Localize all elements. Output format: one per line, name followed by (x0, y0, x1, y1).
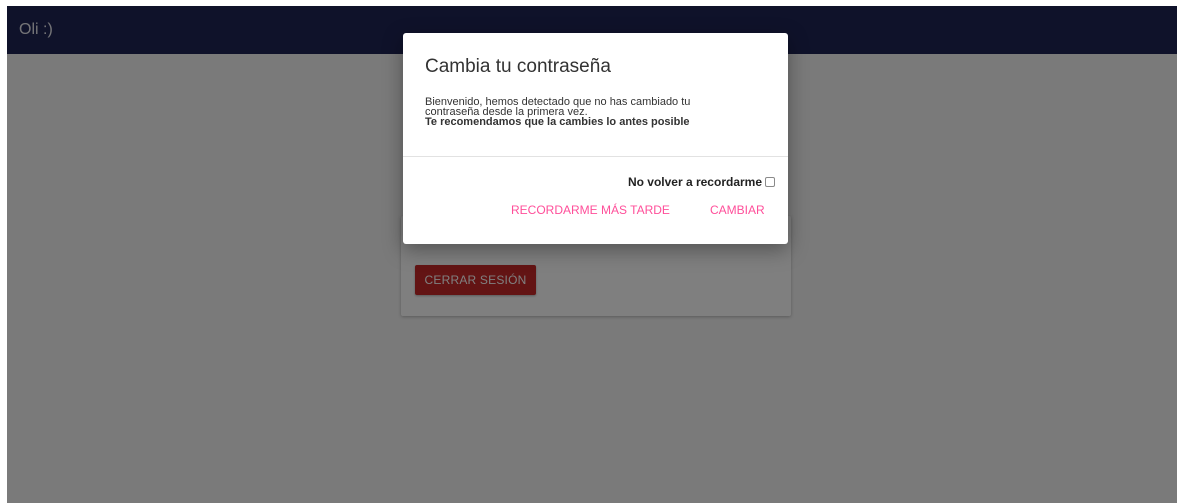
dialog-divider (403, 156, 788, 157)
dont-remind-option[interactable]: No volver a recordarme (628, 174, 775, 190)
remind-later-button[interactable]: RECORDARME MÁS TARDE (511, 203, 670, 217)
dont-remind-label: No volver a recordarme (627, 175, 762, 189)
change-password-button[interactable]: CAMBIAR (710, 203, 765, 217)
dialog-message: Bienvenido, hemos detectado que no has c… (425, 97, 760, 128)
change-password-dialog: Cambia tu contraseña Bienvenido, hemos d… (403, 33, 788, 244)
dialog-actions: RECORDARME MÁS TARDE CAMBIAR (403, 203, 788, 223)
dialog-recommendation: Te recomendamos que la cambies lo antes … (425, 116, 690, 128)
dont-remind-checkbox[interactable] (765, 177, 775, 187)
dialog-title: Cambia tu contraseña (425, 56, 611, 77)
app-window: Oli :) CERRAR SESIÓN Cambia tu contraseñ… (7, 6, 1177, 503)
